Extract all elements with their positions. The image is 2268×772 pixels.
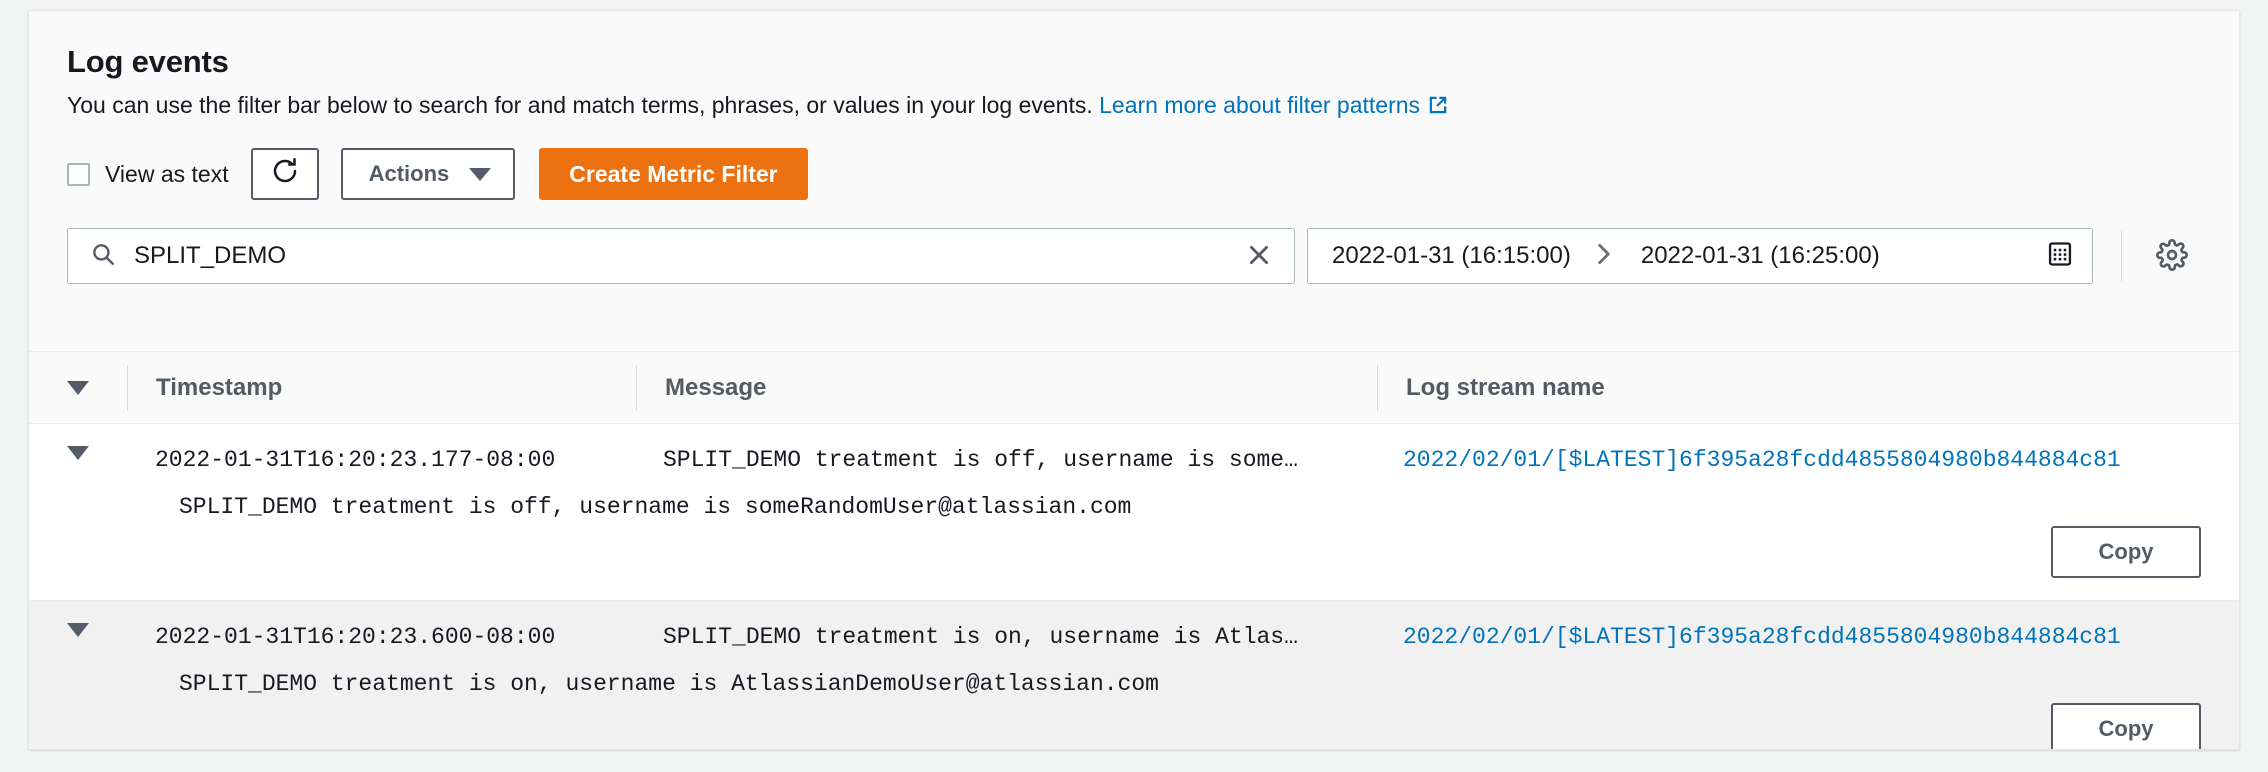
cell-timestamp: 2022-01-31T16:20:23.177-08:00 [155,447,556,473]
row-expand-toggle[interactable] [29,622,127,637]
sort-column-header[interactable] [29,380,127,395]
column-header-message: Message [637,374,1377,402]
table-row-main: 2022-01-31T16:20:23.600-08:00 SPLIT_DEMO… [29,601,2239,653]
cell-message: SPLIT_DEMO treatment is off, username is… [663,447,1298,473]
caret-down-icon[interactable] [67,380,89,395]
create-metric-filter-button[interactable]: Create Metric Filter [539,148,808,201]
filter-search-box[interactable] [67,228,1295,285]
close-icon [1246,242,1272,271]
calendar-icon[interactable] [2046,240,2074,273]
settings-button[interactable] [2150,234,2194,278]
filter-row: 2022-01-31 (16:15:00) 2022-01-31 (16:25:… [29,228,2239,285]
copy-row: Copy [29,697,2239,749]
page-title: Log events [67,44,229,79]
caret-down-icon[interactable] [67,446,89,460]
column-header-timestamp: Timestamp [128,374,636,402]
clear-search-button[interactable] [1238,235,1280,277]
date-range-end[interactable]: 2022-01-31 (16:25:00) [1641,242,1880,270]
date-range-start[interactable]: 2022-01-31 (16:15:00) [1332,242,1571,270]
expanded-message: SPLIT_DEMO treatment is off, username is… [179,493,1132,520]
panel-description-text: You can use the filter bar below to sear… [67,92,1093,119]
refresh-icon [270,156,300,192]
external-link-icon [1427,93,1449,124]
caret-down-icon[interactable] [67,622,89,637]
refresh-button[interactable] [250,148,319,201]
column-header-log-stream-label: Log stream name [1406,373,1605,401]
chevron-right-icon [1593,241,1615,272]
copy-button[interactable]: Copy [2051,702,2201,749]
actions-dropdown-button[interactable]: Actions [340,148,516,201]
column-header-timestamp-label: Timestamp [156,373,283,401]
learn-more-link[interactable]: Learn more about filter patterns [1099,92,1420,118]
cell-message: SPLIT_DEMO treatment is on, username is … [663,623,1298,650]
table-row: 2022-01-31T16:20:23.600-08:00 SPLIT_DEMO… [29,600,2239,749]
toolbar-divider [2121,231,2122,282]
actions-label: Actions [368,161,450,187]
cell-log-stream: 2022/02/01/[$LATEST]6f395a28fcdd48558049… [1375,446,2239,476]
log-events-table: Timestamp Message Log stream name 2022-0… [29,351,2239,749]
chevron-down-icon [469,167,492,181]
toolbar: View as text Actions Create Metric Filte… [29,148,2239,201]
copy-button[interactable]: Copy [2051,525,2201,578]
view-as-text-checkbox[interactable] [67,162,90,186]
expanded-message: SPLIT_DEMO treatment is on, username is … [179,670,1159,697]
copy-row: Copy [29,520,2239,600]
column-header-message-label: Message [665,373,767,401]
log-events-header: Log events You can use the filter bar be… [29,11,2239,351]
log-stream-link[interactable]: 2022/02/01/[$LATEST]6f395a28fcdd48558049… [1403,447,2121,473]
cell-timestamp: 2022-01-31T16:20:23.600-08:00 [155,623,556,650]
log-stream-link[interactable]: 2022/02/01/[$LATEST]6f395a28fcdd48558049… [1403,624,2121,650]
table-header-row: Timestamp Message Log stream name [29,352,2239,424]
date-range-picker[interactable]: 2022-01-31 (16:15:00) 2022-01-31 (16:25:… [1307,228,2093,285]
cell-log-stream: 2022/02/01/[$LATEST]6f395a28fcdd48558049… [1375,623,2239,653]
table-row-main: 2022-01-31T16:20:23.177-08:00 SPLIT_DEMO… [29,424,2239,476]
view-as-text-label[interactable]: View as text [105,161,229,188]
table-row: 2022-01-31T16:20:23.177-08:00 SPLIT_DEMO… [29,424,2239,601]
panel-description: You can use the filter bar below to sear… [29,90,2239,124]
log-events-card: Log events You can use the filter bar be… [28,10,2240,750]
search-input[interactable] [134,229,1238,284]
column-header-log-stream: Log stream name [1378,374,2239,402]
row-expand-toggle[interactable] [29,446,127,460]
gear-icon [2156,238,2188,274]
view-as-text-toggle[interactable]: View as text [67,161,229,188]
search-icon [90,241,116,272]
